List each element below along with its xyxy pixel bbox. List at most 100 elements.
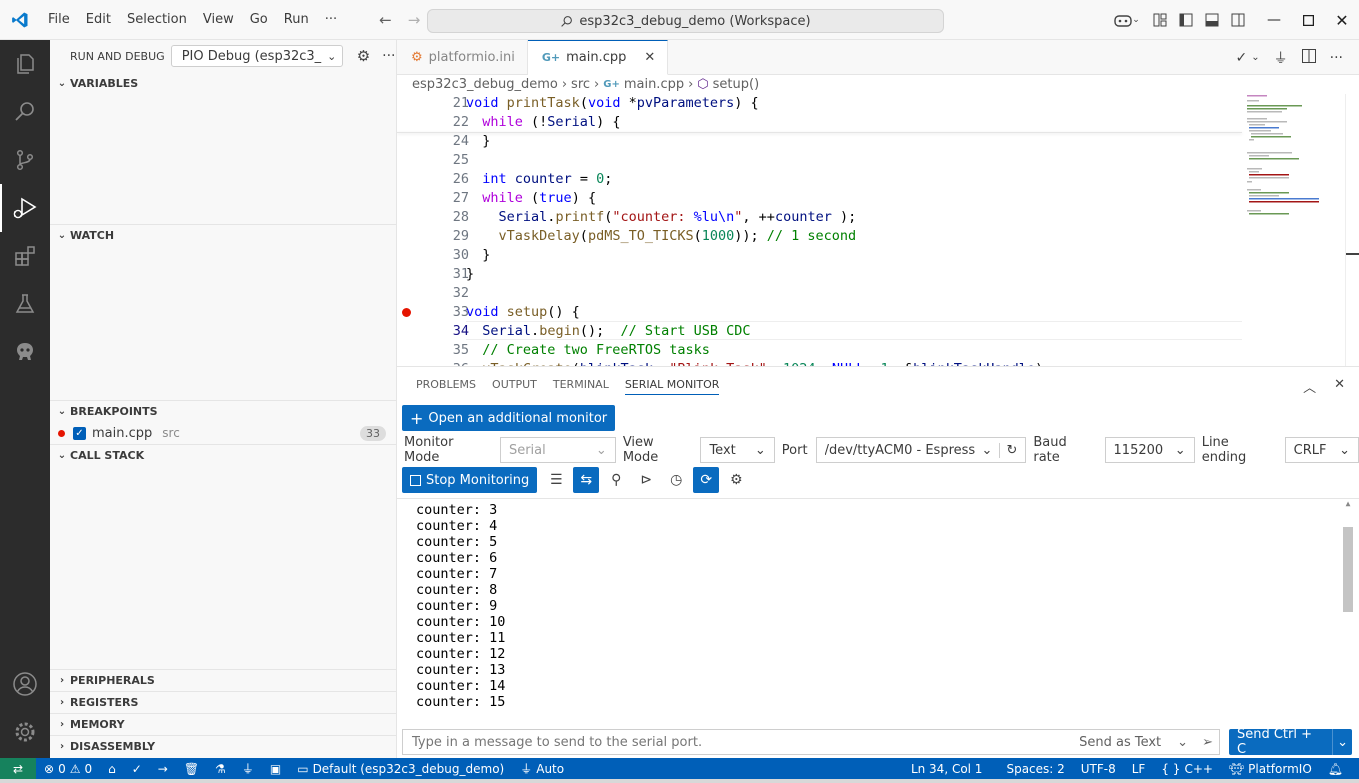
forward-arrow-icon[interactable]: → xyxy=(408,11,421,29)
pio-port-auto[interactable]: ⏚ Auto xyxy=(512,758,572,779)
check-icon[interactable]: ✓ xyxy=(1236,50,1248,66)
menu-selection[interactable]: Selection xyxy=(119,0,195,40)
code-line[interactable]: 21 void printTask(void *pvParameters) { xyxy=(397,94,1242,113)
maximize-icon[interactable] xyxy=(1291,0,1325,40)
split-editor-icon[interactable] xyxy=(1301,48,1316,67)
manage-gear-icon[interactable] xyxy=(0,708,50,756)
pio-env-switch[interactable]: ▭ Default (esp32c3_debug_demo) xyxy=(289,758,512,779)
remote-indicator-icon[interactable]: ⇄ xyxy=(0,758,36,779)
breadcrumb-symbol[interactable]: setup() xyxy=(713,77,760,92)
menu-go[interactable]: Go xyxy=(242,0,276,40)
minimize-icon[interactable]: — xyxy=(1257,0,1291,40)
send-message-input[interactable]: Type in a message to send to the serial … xyxy=(402,729,1220,755)
copilot-icon[interactable]: ⌄ xyxy=(1107,0,1147,40)
send-mode-value[interactable]: Send as Text xyxy=(1079,735,1161,750)
code-line[interactable]: 31} xyxy=(397,265,1242,284)
tab-platformio-ini[interactable]: ⚙ platformio.ini xyxy=(397,40,528,75)
breadcrumb-src[interactable]: src xyxy=(571,77,590,92)
pio-test-flask-icon[interactable]: ⚗ xyxy=(207,758,234,779)
breakpoint-item[interactable]: ✓ main.cpp src 33 xyxy=(50,422,396,444)
language-mode[interactable]: { } C++ xyxy=(1153,758,1221,779)
peripherals-section-header[interactable]: › PERIPHERALS xyxy=(50,669,396,691)
more-actions-icon[interactable]: ··· xyxy=(1330,50,1343,66)
close-tab-icon[interactable]: ✕ xyxy=(644,50,655,65)
close-panel-icon[interactable]: ✕ xyxy=(1334,377,1345,396)
autoscroll-sync-icon[interactable]: ⟳ xyxy=(693,467,720,493)
send-ctrl-c-button[interactable]: Send Ctrl + C ⌄ xyxy=(1228,727,1352,757)
run-and-debug-icon[interactable] xyxy=(0,184,50,232)
notifications-bell-icon[interactable]: 🔔︎ xyxy=(1320,758,1351,779)
toggle-timestamp-icon[interactable]: ⇆ xyxy=(573,467,600,493)
stop-monitoring-button[interactable]: Stop Monitoring xyxy=(402,467,538,493)
menu-file[interactable]: File xyxy=(40,0,78,40)
code-line[interactable]: 25 xyxy=(397,151,1242,170)
plug-icon[interactable]: ⏚ xyxy=(1274,48,1288,68)
pio-serial-plug-icon[interactable]: ⏚ xyxy=(234,758,262,779)
end-of-line[interactable]: LF xyxy=(1124,758,1154,779)
view-mode-select[interactable]: Text ⌄ xyxy=(700,437,775,463)
registers-section-header[interactable]: › REGISTERS xyxy=(50,691,396,713)
source-control-icon[interactable] xyxy=(0,136,50,184)
pio-home-icon[interactable]: ⌂ xyxy=(100,758,124,779)
tab-main-cpp[interactable]: G+ main.cpp ✕ xyxy=(527,40,669,75)
send-arrow-icon[interactable]: ➢ xyxy=(1202,735,1213,750)
code-line[interactable]: 22 while (!Serial) { xyxy=(397,113,1242,132)
indentation[interactable]: Spaces: 2 xyxy=(998,758,1072,779)
output-scroll-up-icon[interactable]: ▲ xyxy=(1343,499,1353,508)
chevron-down-icon[interactable]: ⌄ xyxy=(1332,729,1352,755)
variables-section-header[interactable]: ⌄ VARIABLES xyxy=(50,72,396,94)
code-line[interactable]: 33 void setup() { xyxy=(397,303,1242,322)
editor-scrollbar[interactable] xyxy=(1345,94,1359,366)
more-actions-icon[interactable]: ··· xyxy=(382,48,395,64)
chevron-down-icon[interactable]: ⌄ xyxy=(1251,52,1259,63)
tab-serial-monitor[interactable]: SERIAL MONITOR xyxy=(617,367,728,403)
menu-view[interactable]: View xyxy=(195,0,242,40)
toggle-panel-icon[interactable] xyxy=(1199,0,1225,40)
problems-status[interactable]: ⊗ 0 ⚠ 0 xyxy=(36,758,100,779)
serial-output[interactable]: counter: 3 counter: 4 counter: 5 counter: 6… xyxy=(397,498,1359,726)
testing-flask-icon[interactable] xyxy=(0,280,50,328)
platformio-status[interactable]: 👾︎ PlatformIO xyxy=(1221,758,1320,779)
watch-section-header[interactable]: ⌄ WATCH xyxy=(50,224,396,246)
monitor-mode-select[interactable]: Serial ⌄ xyxy=(499,437,616,463)
call-stack-section-header[interactable]: ⌄ CALL STACK xyxy=(50,444,396,466)
search-view-icon[interactable] xyxy=(0,88,50,136)
code-line[interactable]: 28 Serial.printf("counter: %lu\n", ++cou… xyxy=(397,208,1242,227)
output-scrollbar[interactable]: ▲ xyxy=(1343,499,1353,727)
output-scroll-thumb[interactable] xyxy=(1343,527,1353,612)
minimap[interactable] xyxy=(1245,94,1335,366)
extensions-icon[interactable] xyxy=(0,232,50,280)
disconnect-plug-icon[interactable]: ⚲ xyxy=(603,467,629,493)
explorer-icon[interactable] xyxy=(0,40,50,88)
open-monitor-button[interactable]: + Open an additional monitor xyxy=(402,405,616,431)
code-line[interactable]: 34 Serial.begin(); // Start USB CDC xyxy=(397,322,1242,341)
accounts-icon[interactable] xyxy=(0,660,50,708)
terminal-icon[interactable]: ⊳ xyxy=(633,467,659,493)
tab-output[interactable]: OUTPUT xyxy=(484,367,545,403)
disassembly-section-header[interactable]: › DISASSEMBLY xyxy=(50,735,396,757)
pio-build-check-icon[interactable]: ✓ xyxy=(124,758,150,779)
code-line[interactable]: 26 int counter = 0; xyxy=(397,170,1242,189)
breakpoints-section-header[interactable]: ⌄ BREAKPOINTS xyxy=(50,400,396,422)
back-arrow-icon[interactable]: ← xyxy=(379,11,392,29)
code-editor[interactable]: 21 void printTask(void *pvParameters) {22… xyxy=(397,94,1359,366)
pio-terminal-icon[interactable]: ▣ xyxy=(262,758,289,779)
platformio-alien-icon[interactable] xyxy=(0,328,50,376)
debug-settings-gear-icon[interactable]: ⚙ xyxy=(357,47,370,65)
menu-edit[interactable]: Edit xyxy=(78,0,119,40)
memory-section-header[interactable]: › MEMORY xyxy=(50,713,396,735)
debug-config-select[interactable]: PIO Debug (esp32c3_ ⌄ xyxy=(170,45,343,67)
pio-upload-arrow-icon[interactable]: → xyxy=(150,758,176,779)
maximize-panel-icon[interactable]: ︿ xyxy=(1303,377,1316,396)
code-line[interactable]: 27 while (true) { xyxy=(397,189,1242,208)
encoding[interactable]: UTF-8 xyxy=(1073,758,1124,779)
chevron-down-icon[interactable]: ⌄ xyxy=(1177,735,1188,750)
command-center-search[interactable]: esp32c3_debug_demo (Workspace) xyxy=(427,9,944,33)
code-line[interactable]: 30 } xyxy=(397,246,1242,265)
code-line[interactable]: 32 xyxy=(397,284,1242,303)
pio-clean-trash-icon[interactable]: 🗑︎ xyxy=(176,758,207,779)
toggle-primary-sidebar-icon[interactable] xyxy=(1173,0,1199,40)
breadcrumb-file[interactable]: main.cpp xyxy=(624,77,684,92)
close-window-icon[interactable]: ✕ xyxy=(1325,0,1359,40)
breakpoint-checkbox[interactable]: ✓ xyxy=(73,426,86,440)
